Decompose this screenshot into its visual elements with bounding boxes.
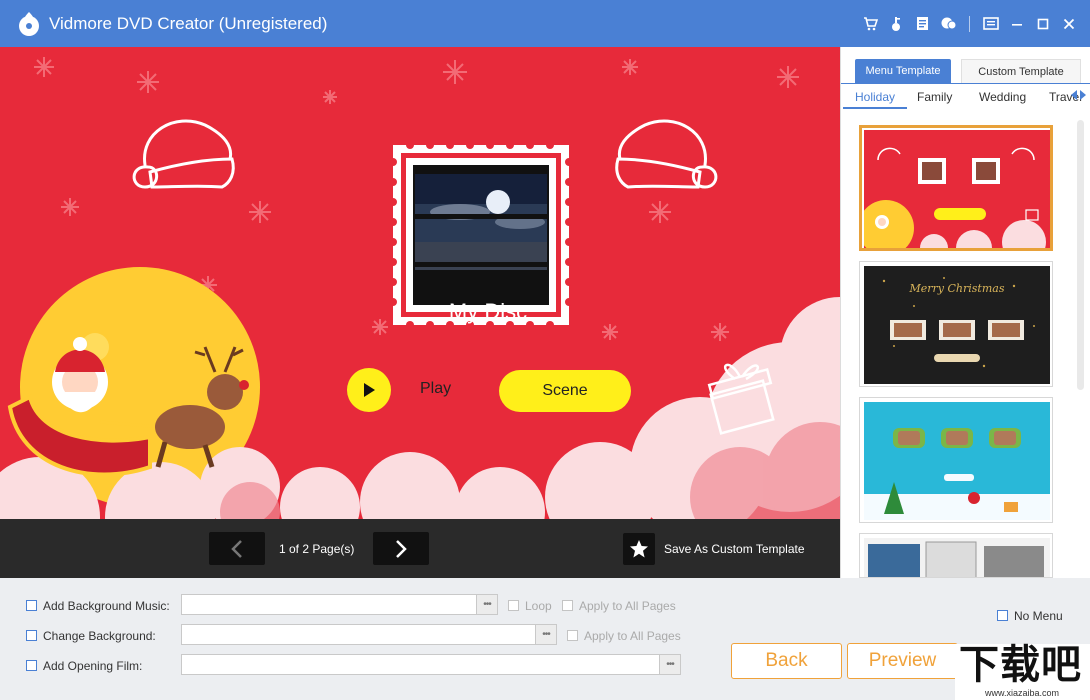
title-bar: Vidmore DVD Creator (Unregistered) <box>0 0 1090 47</box>
change-bg-checkbox[interactable] <box>26 630 37 641</box>
no-menu-label: No Menu <box>1014 609 1063 623</box>
save-custom-template-button[interactable] <box>623 533 655 565</box>
watermark-logo: 下载吧 www.xiazaiba.com <box>955 644 1090 700</box>
app-logo-icon <box>16 11 42 37</box>
loop-label: Loop <box>525 599 552 613</box>
window-title: Vidmore DVD Creator (Unregistered) <box>49 14 327 34</box>
template-scrollbar[interactable] <box>1077 120 1084 390</box>
opening-film-field[interactable]: ••• <box>181 654 681 675</box>
key-icon[interactable] <box>885 13 907 35</box>
chat-icon[interactable] <box>937 13 959 35</box>
opening-film-checkbox[interactable] <box>26 660 37 671</box>
santa-hat-left <box>134 121 233 187</box>
play-button[interactable] <box>347 368 391 412</box>
template-preview <box>864 130 1050 248</box>
santa-hat-right <box>617 121 716 187</box>
music-apply-all-checkbox[interactable] <box>562 600 573 611</box>
template-thumbnail-merry-christmas[interactable]: Merry Christmas <box>859 261 1053 387</box>
tab-custom-template[interactable]: Custom Template <box>961 59 1081 83</box>
menu-icon[interactable] <box>980 13 1002 35</box>
arrow-right-icon[interactable] <box>1079 90 1086 100</box>
scene-button[interactable]: Scene <box>499 370 631 412</box>
template-preview: Merry Christmas <box>864 266 1050 384</box>
play-icon <box>362 382 376 398</box>
change-bg-browse-button[interactable]: ••• <box>535 625 556 644</box>
bg-music-label: Add Background Music: <box>43 599 170 613</box>
watermark-text: 下载吧 <box>959 642 1082 688</box>
cart-icon[interactable] <box>859 13 881 35</box>
opening-film-browse-button[interactable]: ••• <box>659 655 680 674</box>
category-underline <box>843 107 907 109</box>
title-separator <box>969 16 970 32</box>
menu-preview: My Disc Play Scene <box>0 47 840 519</box>
category-wedding[interactable]: Wedding <box>979 90 1026 104</box>
change-bg-field[interactable]: ••• <box>181 624 557 645</box>
merry-text: Merry Christmas <box>909 282 1005 295</box>
disc-title[interactable]: My Disc <box>0 299 840 325</box>
template-preview <box>864 402 1050 520</box>
maximize-icon[interactable] <box>1032 13 1054 35</box>
preview-button[interactable]: Preview <box>847 643 958 679</box>
template-thumbnail-christmas-red[interactable] <box>859 125 1053 251</box>
loop-checkbox[interactable] <box>508 600 519 611</box>
close-icon[interactable] <box>1058 13 1080 35</box>
change-bg-label: Change Background: <box>43 629 156 643</box>
category-scroll-arrows <box>1071 90 1086 100</box>
no-menu-checkbox[interactable] <box>997 610 1008 621</box>
save-custom-template-label[interactable]: Save As Custom Template <box>664 542 805 556</box>
document-icon[interactable] <box>911 13 933 35</box>
opening-film-label: Add Opening Film: <box>43 659 142 673</box>
back-button[interactable]: Back <box>731 643 842 679</box>
bg-music-field[interactable]: ••• <box>181 594 498 615</box>
watermark-url: www.xiazaiba.com <box>985 688 1059 698</box>
previous-page-button[interactable] <box>209 532 265 565</box>
chevron-left-icon <box>231 539 243 559</box>
page-indicator: 1 of 2 Page(s) <box>279 542 354 556</box>
play-label[interactable]: Play <box>420 380 451 398</box>
category-family[interactable]: Family <box>917 90 952 104</box>
page-navigation-bar: 1 of 2 Page(s) Save As Custom Template <box>0 519 840 578</box>
bg-music-checkbox[interactable] <box>26 600 37 611</box>
template-thumbnail-christmas-cyan[interactable] <box>859 397 1053 523</box>
music-apply-all-label: Apply to All Pages <box>579 599 676 613</box>
template-preview <box>864 538 1050 578</box>
arrow-left-icon[interactable] <box>1071 90 1078 100</box>
bg-music-browse-button[interactable]: ••• <box>476 595 497 614</box>
tab-menu-template[interactable]: Menu Template <box>855 59 951 83</box>
template-thumbnail-photo-collage[interactable] <box>859 533 1053 578</box>
next-page-button[interactable] <box>373 532 429 565</box>
template-panel: Menu Template Custom Template Holiday Fa… <box>840 47 1090 578</box>
options-area: Add Background Music: ••• Loop Apply to … <box>0 578 1090 700</box>
category-holiday[interactable]: Holiday <box>855 90 895 104</box>
chevron-right-icon <box>395 539 407 559</box>
minimize-icon[interactable] <box>1006 13 1028 35</box>
bg-apply-all-label: Apply to All Pages <box>584 629 681 643</box>
star-icon <box>629 539 649 559</box>
bg-apply-all-checkbox[interactable] <box>567 630 578 641</box>
